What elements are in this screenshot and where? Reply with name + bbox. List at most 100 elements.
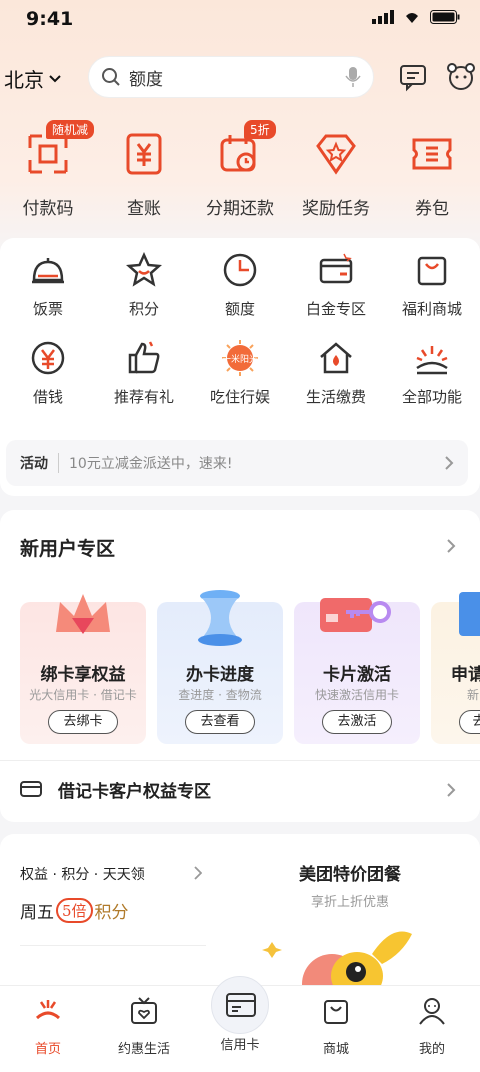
activity-tag: 活动 [20, 453, 59, 473]
microphone-icon[interactable] [345, 66, 361, 88]
status-bar: 9:41 [0, 0, 480, 36]
meituan-panel[interactable]: 美团特价团餐 享折上折优惠 [240, 860, 460, 910]
search-icon [102, 68, 120, 86]
new-user-card-activate[interactable]: 卡片激活 快速激活信用卡 去激活 [294, 598, 420, 744]
discount-badge: 5折 [244, 120, 276, 139]
grid-item-utilities[interactable]: 生活缴费 [288, 326, 384, 414]
credit-card-tab-bubble [211, 976, 269, 1034]
battery-icon [430, 10, 460, 24]
grid-label: 借钱 [32, 388, 63, 406]
tab-lifestyle[interactable]: 约惠生活 [96, 986, 192, 1072]
city-label: 北京 [4, 68, 44, 92]
home-icon [35, 1000, 61, 1020]
diamond-star-icon [316, 134, 356, 175]
quick-coupon[interactable]: 券包 [384, 120, 480, 220]
quick-pay-code[interactable]: 随机减 付款码 [0, 120, 96, 220]
chevron-right-icon[interactable] [446, 538, 456, 554]
new-user-card: 新用户专区 绑卡享权益 光大信用卡 · 借记卡 去绑卡 办卡进度 查进度 · 查… [0, 510, 480, 822]
grid-item-loan[interactable]: 借钱 [0, 326, 96, 414]
bill-icon [126, 133, 162, 175]
credit-card-icon [226, 993, 256, 1017]
chevron-down-icon [49, 74, 61, 82]
chevron-right-icon [447, 783, 456, 797]
tab-profile[interactable]: 我的 [384, 986, 480, 1072]
new-user-card-bind[interactable]: 绑卡享权益 光大信用卡 · 借记卡 去绑卡 [20, 594, 146, 744]
mascot-icon[interactable] [446, 62, 476, 92]
tab-label: 信用卡 [220, 1038, 260, 1053]
grid-item-credit[interactable]: 额度 [192, 238, 288, 326]
bag-icon [324, 1000, 348, 1024]
activity-banner[interactable]: 活动 10元立减金派送中，速来! [6, 440, 468, 486]
user-icon [419, 998, 445, 1025]
sunrise-icon [416, 346, 448, 375]
card-title: 卡片激活 [323, 665, 391, 685]
debit-card-icon [20, 781, 42, 797]
card-button[interactable]: 去 [459, 710, 480, 734]
pie-clock-icon [223, 253, 257, 287]
tab-credit-card[interactable]: 信用卡 [192, 976, 288, 1072]
tab-mall[interactable]: 商城 [288, 986, 384, 1072]
grid-label: 饭票 [32, 300, 63, 318]
sun-badge-text: 一米阳光 [222, 353, 258, 365]
card-title: 绑卡享权益 [40, 665, 126, 685]
card-title: 办卡进度 [186, 665, 254, 685]
card-subtitle: 查进度 · 查物流 [178, 688, 262, 702]
grid-label: 额度 [224, 300, 255, 318]
tab-home[interactable]: 首页 [0, 986, 96, 1072]
divider [0, 760, 480, 761]
chevron-right-icon [194, 866, 202, 880]
yen-coin-icon [31, 341, 65, 375]
grid-label: 白金专区 [305, 300, 366, 318]
top-bar: 北京 额度 [0, 54, 480, 100]
card-button[interactable]: 去激活 [322, 710, 392, 734]
card-wallet-icon [319, 253, 353, 284]
rights-panel[interactable]: 权益 · 积分 · 天天领 周五 5倍 积分 [20, 864, 210, 946]
star-icon [125, 251, 163, 287]
grid-item-welfare-mall[interactable]: 福利商城 [384, 238, 480, 326]
activity-text: 10元立减金派送中，速来! [69, 456, 233, 472]
divider [20, 945, 206, 946]
quick-bill[interactable]: 查账 [96, 120, 192, 220]
grid-item-meal[interactable]: 饭票 [0, 238, 96, 326]
card-subtitle: 光大信用卡 · 借记卡 [29, 688, 137, 702]
tab-bar: 首页 约惠生活 信用卡 商城 我的 [0, 976, 480, 1072]
debit-zone-row[interactable]: 借记卡客户权益专区 [0, 762, 480, 818]
city-selector[interactable]: 北京 [4, 64, 62, 93]
quick-installment[interactable]: 5折 分期还款 [192, 120, 288, 220]
grid-label: 积分 [128, 300, 159, 318]
grid-label: 推荐有礼 [113, 388, 174, 406]
function-grid: 饭票 积分 额度 白金专区 福利商城 借钱 推荐有礼 一米阳光 吃住行娱 生活缴… [0, 238, 480, 414]
hourglass-icon [198, 590, 242, 646]
quick-reward-task[interactable]: 奖励任务 [288, 120, 384, 220]
quick-label: 查账 [127, 199, 161, 219]
wifi-icon [406, 13, 418, 23]
slogan-multiplier-badge: 5倍 [56, 898, 93, 923]
card-title: 申请 [451, 665, 480, 685]
message-icon[interactable] [398, 62, 428, 92]
grid-item-referral[interactable]: 推荐有礼 [96, 326, 192, 414]
grid-item-all-functions[interactable]: 全部功能 [384, 326, 480, 414]
grid-item-platinum[interactable]: 白金专区 [288, 238, 384, 326]
grid-label: 福利商城 [401, 300, 462, 318]
grid-item-points[interactable]: 积分 [96, 238, 192, 326]
function-card: 饭票 积分 额度 白金专区 福利商城 借钱 推荐有礼 一米阳光 吃住行娱 生活缴… [0, 238, 480, 496]
slogan-day: 周五 [20, 903, 54, 923]
tab-label: 商城 [322, 1042, 349, 1057]
rights-title: 权益 · 积分 · 天天领 [20, 867, 145, 883]
coupon-icon [412, 138, 452, 170]
new-user-card-apply[interactable]: 申请 新 去 [431, 592, 480, 744]
new-user-card-progress[interactable]: 办卡进度 查进度 · 查物流 去查看 [157, 590, 283, 744]
tab-label: 我的 [418, 1042, 445, 1057]
card-button[interactable]: 去查看 [185, 710, 255, 734]
search-bar[interactable]: 额度 [88, 56, 374, 98]
slogan-points: 积分 [94, 903, 129, 923]
status-icons [372, 10, 460, 24]
tv-heart-icon [131, 997, 157, 1024]
quick-label: 奖励任务 [302, 199, 370, 219]
card-button[interactable]: 去绑卡 [48, 710, 118, 734]
quick-actions: 随机减 付款码 查账 5折 分期还款 奖励任务 券包 [0, 120, 480, 220]
meituan-title: 美团特价团餐 [299, 865, 401, 885]
quick-label: 付款码 [22, 199, 74, 219]
grid-item-lifestyle[interactable]: 一米阳光 吃住行娱 [192, 326, 288, 414]
search-input[interactable]: 额度 [129, 65, 337, 90]
